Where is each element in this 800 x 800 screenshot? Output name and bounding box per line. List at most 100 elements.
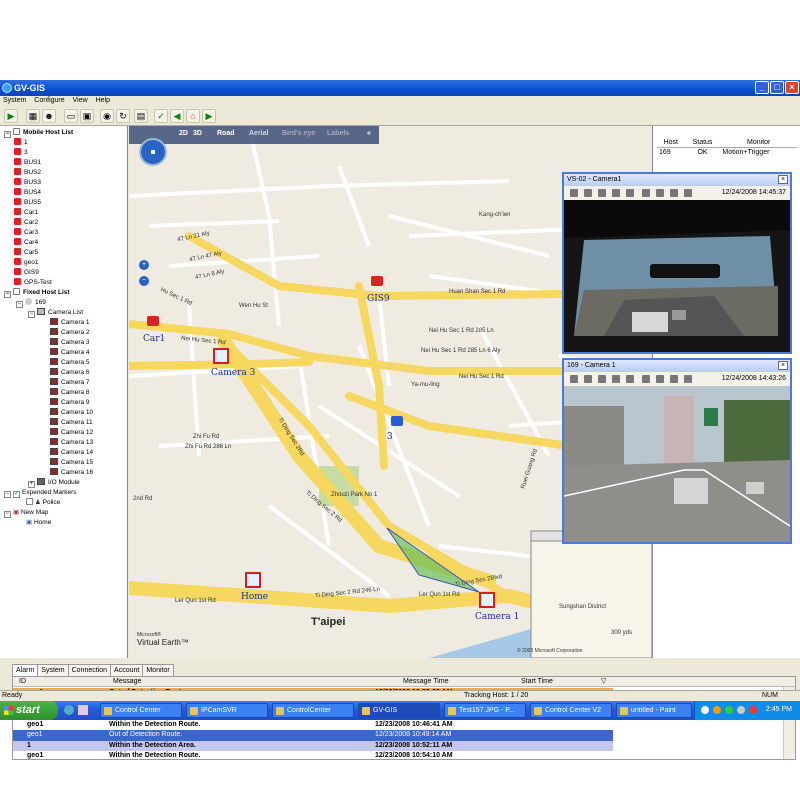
col-message-time[interactable]: Message Time	[403, 677, 449, 687]
camera-item[interactable]: Camera 13	[50, 438, 93, 448]
camera-item[interactable]: Camera 16	[50, 468, 93, 478]
mobile-host-item[interactable]: 1	[14, 138, 28, 148]
menu-configure[interactable]: Configure	[31, 96, 67, 105]
alarm-row[interactable]: geo1 Within the Detection Route. 12/23/200…	[13, 751, 613, 759]
camera-close-button[interactable]: ×	[778, 361, 788, 370]
network-icon[interactable]	[725, 706, 733, 714]
stop-icon[interactable]	[656, 375, 664, 383]
menu-system[interactable]: System	[0, 96, 29, 105]
minimize-button[interactable]: _	[755, 81, 769, 94]
camera-list-node[interactable]: − Camera List	[28, 308, 83, 318]
maximize-button[interactable]: □	[770, 81, 784, 94]
refresh-icon[interactable]: ↻	[116, 109, 130, 123]
car-marker-icon[interactable]	[371, 276, 383, 286]
birds-eye-button[interactable]: Bird's eye	[282, 130, 315, 137]
volume-icon[interactable]	[737, 706, 745, 714]
audio-icon[interactable]	[612, 375, 620, 383]
check-icon[interactable]: ✓	[154, 109, 168, 123]
camera-marker-icon[interactable]	[479, 592, 495, 608]
tab-connection[interactable]: Connection	[67, 664, 112, 676]
fixed-host-169[interactable]: −169	[16, 298, 46, 308]
back-arrow-icon[interactable]: ◀	[170, 109, 184, 123]
zoom-icon[interactable]	[684, 189, 692, 197]
play-icon[interactable]: ▶	[4, 109, 18, 123]
tab-monitor[interactable]: Monitor	[142, 664, 174, 676]
col-id[interactable]: ID	[19, 677, 26, 687]
home-node[interactable]: ▣ Home	[26, 518, 51, 528]
filter-icon[interactable]: ▽	[601, 677, 606, 687]
col-message[interactable]: Message	[113, 677, 141, 687]
tab-alarm[interactable]: Alarm	[12, 664, 39, 676]
mode-2d-button[interactable]: 2D	[179, 130, 188, 137]
camera-item[interactable]: Camera 4	[50, 348, 90, 358]
tab-system[interactable]: System	[37, 664, 69, 676]
camera-title-bar[interactable]: VS-02 - Camera1 ×	[564, 174, 790, 186]
task-paint[interactable]: untitled - Paint	[616, 703, 692, 718]
alarm-row[interactable]: 1 Within the Detection Area. 12/23/2008 10…	[13, 740, 613, 751]
snapshot-icon[interactable]	[570, 375, 578, 383]
camera-marker-icon[interactable]	[213, 348, 229, 364]
security-icon[interactable]	[749, 706, 757, 714]
ptz-icon[interactable]	[626, 189, 634, 197]
collapse-toolbar-button[interactable]: «	[367, 130, 371, 137]
mobile-host-item[interactable]: GIS9	[14, 268, 39, 278]
mobile-host-item[interactable]: 3	[14, 148, 28, 158]
monitor-icon[interactable]: ▭	[64, 109, 78, 123]
window-icon[interactable]: ▣	[80, 109, 94, 123]
bus-marker-icon[interactable]	[391, 416, 403, 426]
explorer-icon[interactable]	[78, 705, 88, 715]
ptz-icon[interactable]	[626, 375, 634, 383]
camera-item[interactable]: Camera 6	[50, 368, 90, 378]
mobile-host-item[interactable]: BUS5	[14, 198, 41, 208]
camera-item[interactable]: Camera 2	[50, 328, 90, 338]
record-icon[interactable]	[584, 375, 592, 383]
forward-arrow-icon[interactable]: ▶	[202, 109, 216, 123]
camera-item[interactable]: Camera 12	[50, 428, 93, 438]
mobile-host-item[interactable]: geo1	[14, 258, 38, 268]
camera-item[interactable]: Camera 7	[50, 378, 90, 388]
fullscreen-icon[interactable]	[642, 189, 650, 197]
start-button[interactable]: start	[0, 701, 58, 720]
mobile-host-item[interactable]: BUS3	[14, 178, 41, 188]
camera-icon[interactable]	[670, 375, 678, 383]
camera-item[interactable]: Camera 10	[50, 408, 93, 418]
mobile-host-item[interactable]: Car2	[14, 218, 38, 228]
menu-help[interactable]: Help	[93, 96, 113, 105]
mobile-host-item[interactable]: Car4	[14, 238, 38, 248]
camera-item[interactable]: Camera 3	[50, 338, 90, 348]
map-pan-compass[interactable]	[139, 138, 167, 166]
audio-icon[interactable]	[612, 189, 620, 197]
alarm-row[interactable]: geo1 Within the Detection Route. 12/23/200…	[13, 719, 613, 730]
camera-item[interactable]: Camera 1	[50, 318, 90, 328]
mobile-host-item[interactable]: Car1	[14, 208, 38, 218]
task-gv-gis[interactable]: GV-GIS	[358, 703, 440, 718]
host-icon[interactable]: ▦	[26, 109, 40, 123]
task-test157[interactable]: Test157.JPG - P...	[444, 703, 526, 718]
camera-title-bar[interactable]: 169 - Camera 1 ×	[564, 360, 790, 372]
mobile-host-item[interactable]: BUS2	[14, 168, 41, 178]
new-map-node[interactable]: − ▣ New Map	[4, 508, 48, 518]
record-icon[interactable]	[584, 189, 592, 197]
mobile-host-list-node[interactable]: − Mobile Host List	[4, 128, 73, 138]
camera-item[interactable]: Camera 15	[50, 458, 93, 468]
mobile-host-item[interactable]: GPS-Test	[14, 278, 52, 288]
home-icon[interactable]: ⌂	[186, 109, 200, 123]
alarm-row[interactable]: geo1 Out of Detection Route. 12/23/2008 10…	[13, 730, 613, 741]
expended-markers-node[interactable]: − ✓ Expended Markers	[4, 488, 77, 498]
home-marker-icon[interactable]	[245, 572, 261, 588]
road-button[interactable]: Road	[217, 130, 235, 137]
camera-item[interactable]: Camera 5	[50, 358, 90, 368]
camera-window-169[interactable]: 169 - Camera 1 × 12/24/2008 14:43:26	[562, 358, 792, 544]
mobile-host-item[interactable]: Car5	[14, 248, 38, 258]
police-node[interactable]: ♟ Police	[26, 498, 60, 508]
mobile-host-item[interactable]: BUS4	[14, 188, 41, 198]
zoom-out-button[interactable]: −	[139, 276, 149, 286]
col-start-time[interactable]: Start Time	[521, 677, 553, 687]
camera-close-button[interactable]: ×	[778, 175, 788, 184]
settings-icon[interactable]	[598, 375, 606, 383]
ie-icon[interactable]	[64, 705, 74, 715]
mobile-host-item[interactable]: Car3	[14, 228, 38, 238]
fullscreen-icon[interactable]	[642, 375, 650, 383]
io-module-node[interactable]: + I/O Module	[28, 478, 80, 488]
close-button[interactable]: ×	[785, 81, 799, 94]
